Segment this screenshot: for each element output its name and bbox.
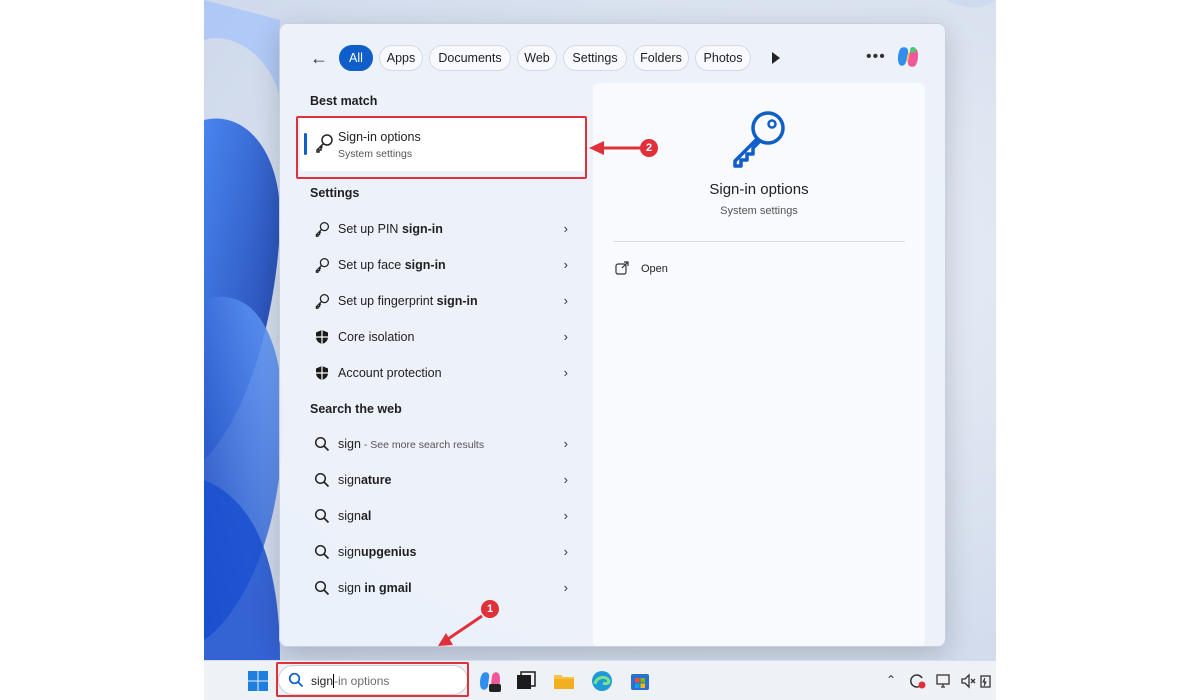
annotation-arrows: [438, 141, 641, 646]
screenshot-canvas: ← All Apps Documents Web Settings Folder…: [0, 0, 1200, 700]
arrow-1-head: [438, 633, 453, 646]
arrow-1-line: [444, 614, 483, 643]
step-badge-1: 1: [481, 600, 499, 618]
arrow-2-head: [589, 141, 604, 155]
step-badge-2: 2: [640, 139, 658, 157]
